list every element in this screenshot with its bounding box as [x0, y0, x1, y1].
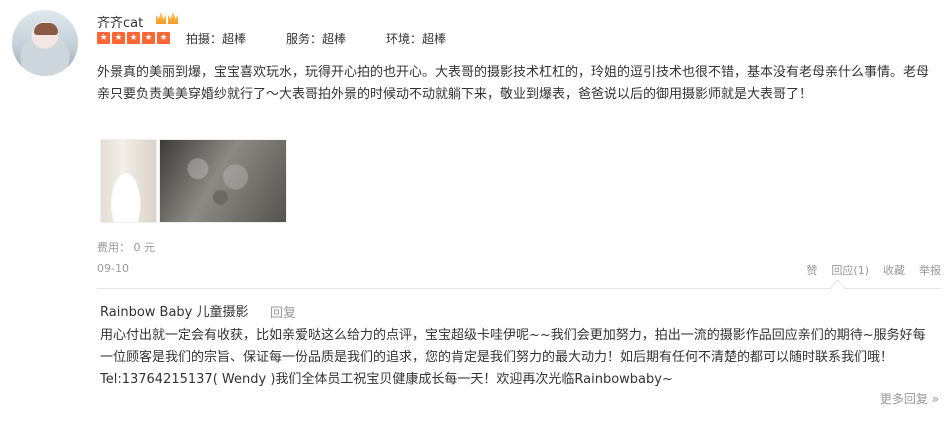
- review-actions: 赞 回应(1) 收藏 举报: [792, 262, 941, 278]
- reply-button[interactable]: 回复: [270, 302, 296, 321]
- reply-divider: [97, 288, 941, 289]
- user-avatar[interactable]: [12, 10, 78, 76]
- merchant-name[interactable]: Rainbow Baby 儿童摄影: [100, 301, 249, 320]
- review-date: 09-10: [97, 262, 129, 275]
- collect-link[interactable]: 收藏: [883, 262, 905, 278]
- more-replies-link[interactable]: 更多回复 »: [880, 390, 939, 407]
- like-link[interactable]: 赞: [806, 262, 817, 278]
- star-icon: ★: [97, 32, 110, 44]
- star-rating: ★ ★ ★ ★ ★: [97, 32, 170, 44]
- score-environment: 环境：超棒: [386, 32, 447, 46]
- review-text: 外景真的美丽到爆，宝宝喜欢玩水，玩得开心拍的也开心。大表哥的摄影技术杠杠的，玲姐…: [97, 65, 930, 102]
- fee-text: 费用： 0 元: [97, 241, 155, 254]
- crown-icon: [168, 12, 178, 24]
- reply-caret: [829, 279, 846, 296]
- score-breakdown: 拍摄：超棒 服务：超棒 环境：超棒: [186, 30, 486, 47]
- star-icon: ★: [127, 32, 140, 44]
- report-link[interactable]: 举报: [919, 262, 941, 278]
- score-photo: 拍摄：超棒: [186, 32, 247, 46]
- score-service: 服务：超棒: [286, 32, 347, 46]
- star-icon: ★: [112, 32, 125, 44]
- review-photo-thumbnail[interactable]: [159, 139, 287, 223]
- merchant-reply-text: 用心付出就一定会有收获，比如亲爱哒这么给力的点评，宝宝超级卡哇伊呢~~我们会更加…: [100, 328, 926, 387]
- reply-count-link[interactable]: 回应(1): [831, 262, 869, 278]
- review-photo-thumbnail[interactable]: [100, 139, 157, 223]
- avatar-hair-decoration: [34, 23, 58, 35]
- username[interactable]: 齐齐cat: [97, 12, 143, 31]
- star-icon: ★: [157, 32, 170, 44]
- crown-icon: [156, 12, 166, 24]
- vip-crowns: [156, 12, 178, 24]
- star-icon: ★: [142, 32, 155, 44]
